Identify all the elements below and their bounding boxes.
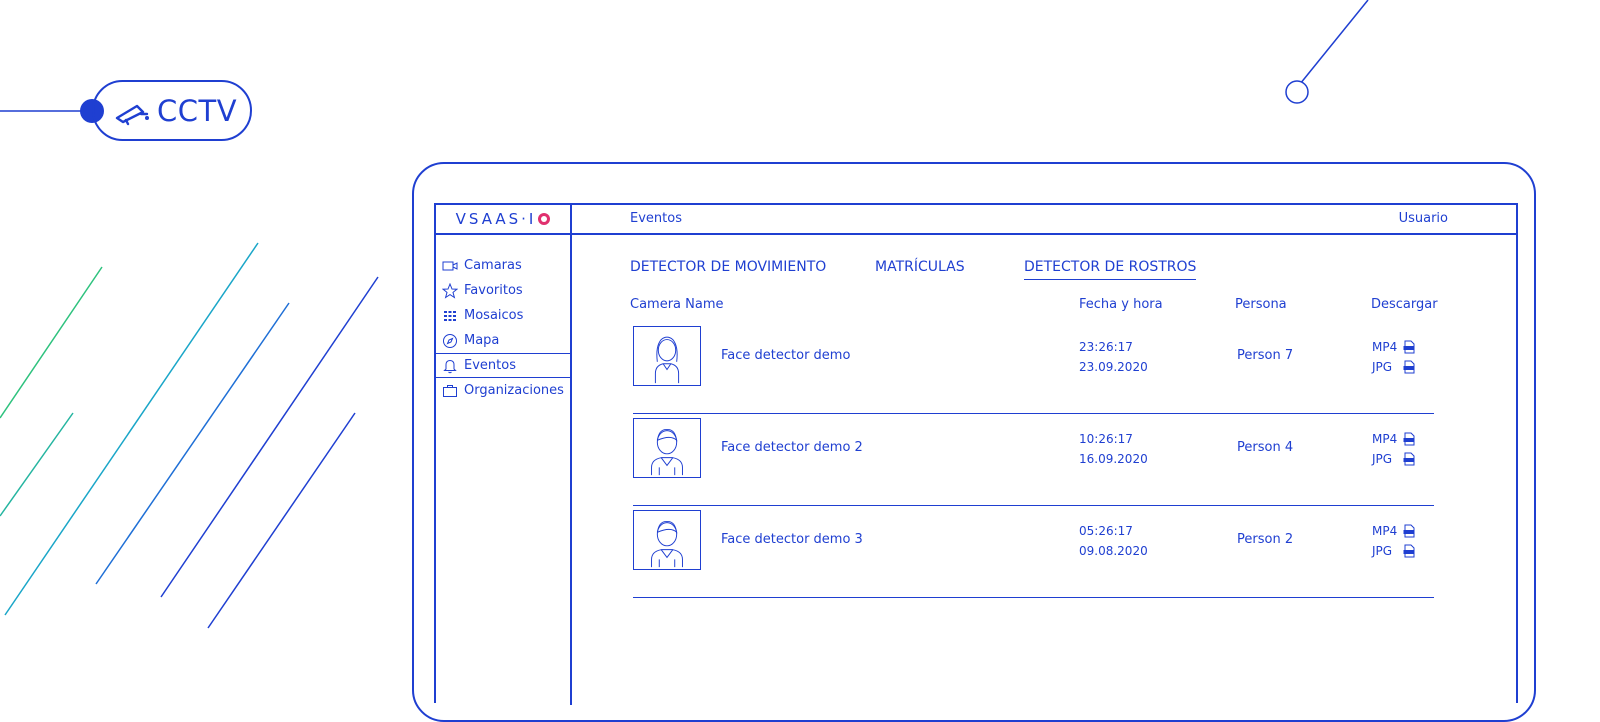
download-jpg[interactable]: JPG [1372,541,1416,561]
file-jpg-icon [1403,360,1415,374]
download-mp4-label: MP4 [1372,340,1398,354]
column-header-download: Descargar [1371,297,1438,312]
person-label: Person 7 [1237,348,1294,363]
grid-icon [444,310,456,321]
connector-line [1299,0,1369,85]
event-time: 05:26:17 [1079,524,1133,538]
download-mp4-label: MP4 [1372,524,1398,538]
event-datetime: 10:26:17 16.09.2020 [1079,429,1148,469]
diagonal-stroke [160,276,379,598]
file-mp4-icon [1403,340,1415,354]
sidebar-item-mapa[interactable]: Mapa [436,328,570,353]
sidebar-item-eventos[interactable]: Eventos [436,353,570,378]
download-jpg-label: JPG [1372,544,1393,558]
sidebar-item-label: Camaras [464,258,522,273]
star-icon [442,282,458,299]
cctv-badge: CCTV [92,80,252,141]
badge-label: CCTV [157,93,238,128]
event-datetime: 05:26:17 09.08.2020 [1079,521,1148,561]
sidebar-item-label: Mapa [464,333,500,348]
sidebar-item-mosaicos[interactable]: Mosaicos [436,303,570,328]
table-row[interactable]: Face detector demo 3 05:26:17 09.08.2020… [633,506,1434,598]
diagonal-stroke [95,302,290,585]
face-thumbnail[interactable] [633,326,701,386]
download-links: MP4 JPG [1372,521,1416,561]
download-jpg-label: JPG [1372,452,1393,466]
face-thumbnail[interactable] [633,510,701,570]
face-thumbnail[interactable] [633,418,701,478]
male-avatar-icon [651,429,683,476]
download-jpg-label: JPG [1372,360,1393,374]
tab-detector-rostros[interactable]: DETECTOR DE ROSTROS [1024,259,1197,280]
sidebar-item-favoritos[interactable]: Favoritos [436,278,570,303]
sidebar-item-camaras[interactable]: Camaras [436,253,570,278]
event-time: 10:26:17 [1079,432,1133,446]
column-header-person: Persona [1235,297,1287,312]
event-date: 23.09.2020 [1079,360,1148,374]
logo[interactable]: VSAAS·I [436,205,572,233]
table-row[interactable]: Face detector demo 2 10:26:17 16.09.2020… [633,414,1434,506]
event-date: 16.09.2020 [1079,452,1148,466]
column-header-datetime: Fecha y hora [1079,297,1163,312]
camera-name: Face detector demo 3 [721,532,863,547]
sidebar-item-label: Favoritos [464,283,523,298]
diagonal-stroke [207,412,356,629]
download-mp4[interactable]: MP4 [1372,429,1416,449]
logo-text: VSAAS·I [455,210,537,228]
person-label: Person 4 [1237,440,1294,455]
app-window: VSAAS·I Eventos Usuario Camaras Favorito… [434,203,1518,705]
download-jpg[interactable]: JPG [1372,449,1416,469]
bell-icon [443,359,457,373]
download-jpg[interactable]: JPG [1372,357,1416,377]
event-time: 23:26:17 [1079,340,1133,354]
sidebar-item-label: Eventos [464,358,516,373]
event-datetime: 23:26:17 23.09.2020 [1079,337,1148,377]
logo-dot-icon [538,213,551,225]
file-jpg-icon [1403,544,1415,558]
download-mp4-label: MP4 [1372,432,1398,446]
person-label: Person 2 [1237,532,1294,547]
download-mp4[interactable]: MP4 [1372,337,1416,357]
column-header-camera: Camera Name [630,297,724,312]
sidebar-item-label: Organizaciones [464,383,564,398]
camera-name: Face detector demo [721,348,851,363]
file-jpg-icon [1403,452,1415,466]
sidebar: Camaras Favoritos Mosaicos Mapa Eventos … [436,235,572,705]
compass-icon [443,333,457,348]
camera-icon [442,261,458,270]
sidebar-item-label: Mosaicos [464,308,524,323]
connector-node [1285,80,1309,104]
download-mp4[interactable]: MP4 [1372,521,1416,541]
event-date: 09.08.2020 [1079,544,1148,558]
download-links: MP4 JPG [1372,429,1416,469]
female-avatar-icon [654,336,680,384]
table-row[interactable]: Face detector demo 23:26:17 23.09.2020 P… [633,322,1434,414]
security-camera-icon [115,104,149,125]
file-mp4-icon [1403,524,1415,538]
male-avatar-icon [651,521,683,568]
camera-name: Face detector demo 2 [721,440,863,455]
tab-matriculas[interactable]: MATRÍCULAS [875,259,965,275]
user-menu[interactable]: Usuario [1399,211,1448,226]
page-title: Eventos [630,211,682,226]
briefcase-icon [443,384,457,397]
download-links: MP4 JPG [1372,337,1416,377]
diagonal-stroke [0,412,74,517]
file-mp4-icon [1403,432,1415,446]
diagonal-stroke [0,266,103,419]
tab-detector-movimiento[interactable]: DETECTOR DE MOVIMIENTO [630,259,826,275]
diagonal-stroke [4,242,259,616]
sidebar-item-organizaciones[interactable]: Organizaciones [436,378,570,403]
top-bar: VSAAS·I Eventos Usuario [436,205,1516,235]
